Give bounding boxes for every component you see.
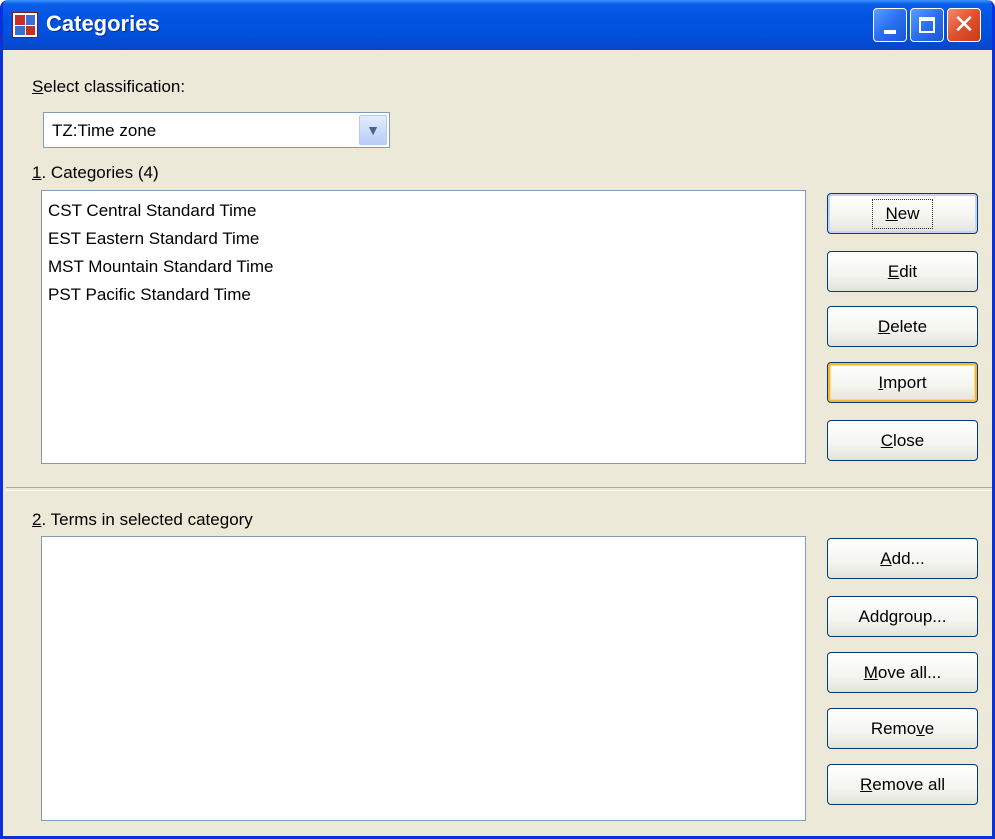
close-button[interactable]: Close	[827, 420, 978, 461]
category-item[interactable]: CST Central Standard Time	[48, 201, 257, 221]
add-group-button[interactable]: Add g roup...	[827, 596, 978, 637]
classification-selected-value: TZ:Time zone	[52, 121, 157, 140]
minimize-button[interactable]	[873, 8, 907, 42]
remove-button[interactable]: Remo v e	[827, 708, 978, 749]
category-item[interactable]: EST Eastern Standard Time	[48, 229, 259, 249]
edit-button[interactable]: Edit	[827, 251, 978, 292]
maximize-button[interactable]	[910, 8, 944, 42]
categories-grid-icon	[12, 12, 38, 38]
select-classification-label: Select classification:	[32, 77, 186, 96]
section-divider[interactable]	[6, 487, 992, 491]
categories-label: 1. Categories (4)	[32, 163, 159, 182]
close-window-button[interactable]: ✕	[947, 8, 981, 42]
maximize-icon	[919, 17, 935, 33]
categories-dialog: Categories ✕ Select classification: TZ:T…	[0, 0, 995, 839]
move-all-button[interactable]: Move all...	[827, 652, 978, 693]
delete-button[interactable]: Delete	[827, 306, 978, 347]
terms-listbox[interactable]	[41, 536, 806, 821]
terms-label: 2. Terms in selected category	[32, 510, 253, 529]
add-button[interactable]: Add...	[827, 538, 978, 579]
classification-dropdown[interactable]: TZ:Time zone ▼	[43, 112, 390, 148]
category-item[interactable]: PST Pacific Standard Time	[48, 285, 251, 305]
category-item[interactable]: MST Mountain Standard Time	[48, 257, 274, 277]
close-icon: ✕	[953, 10, 975, 40]
window-title: Categories	[46, 11, 160, 36]
remove-all-button[interactable]: Remove all	[827, 764, 978, 805]
new-button[interactable]: New	[827, 193, 978, 234]
title-bar[interactable]: Categories ✕	[3, 0, 992, 50]
chevron-down-icon[interactable]: ▼	[359, 115, 387, 145]
import-button[interactable]: Import	[827, 362, 978, 403]
minimize-icon	[884, 30, 896, 34]
categories-listbox[interactable]: CST Central Standard Time EST Eastern St…	[41, 190, 806, 464]
